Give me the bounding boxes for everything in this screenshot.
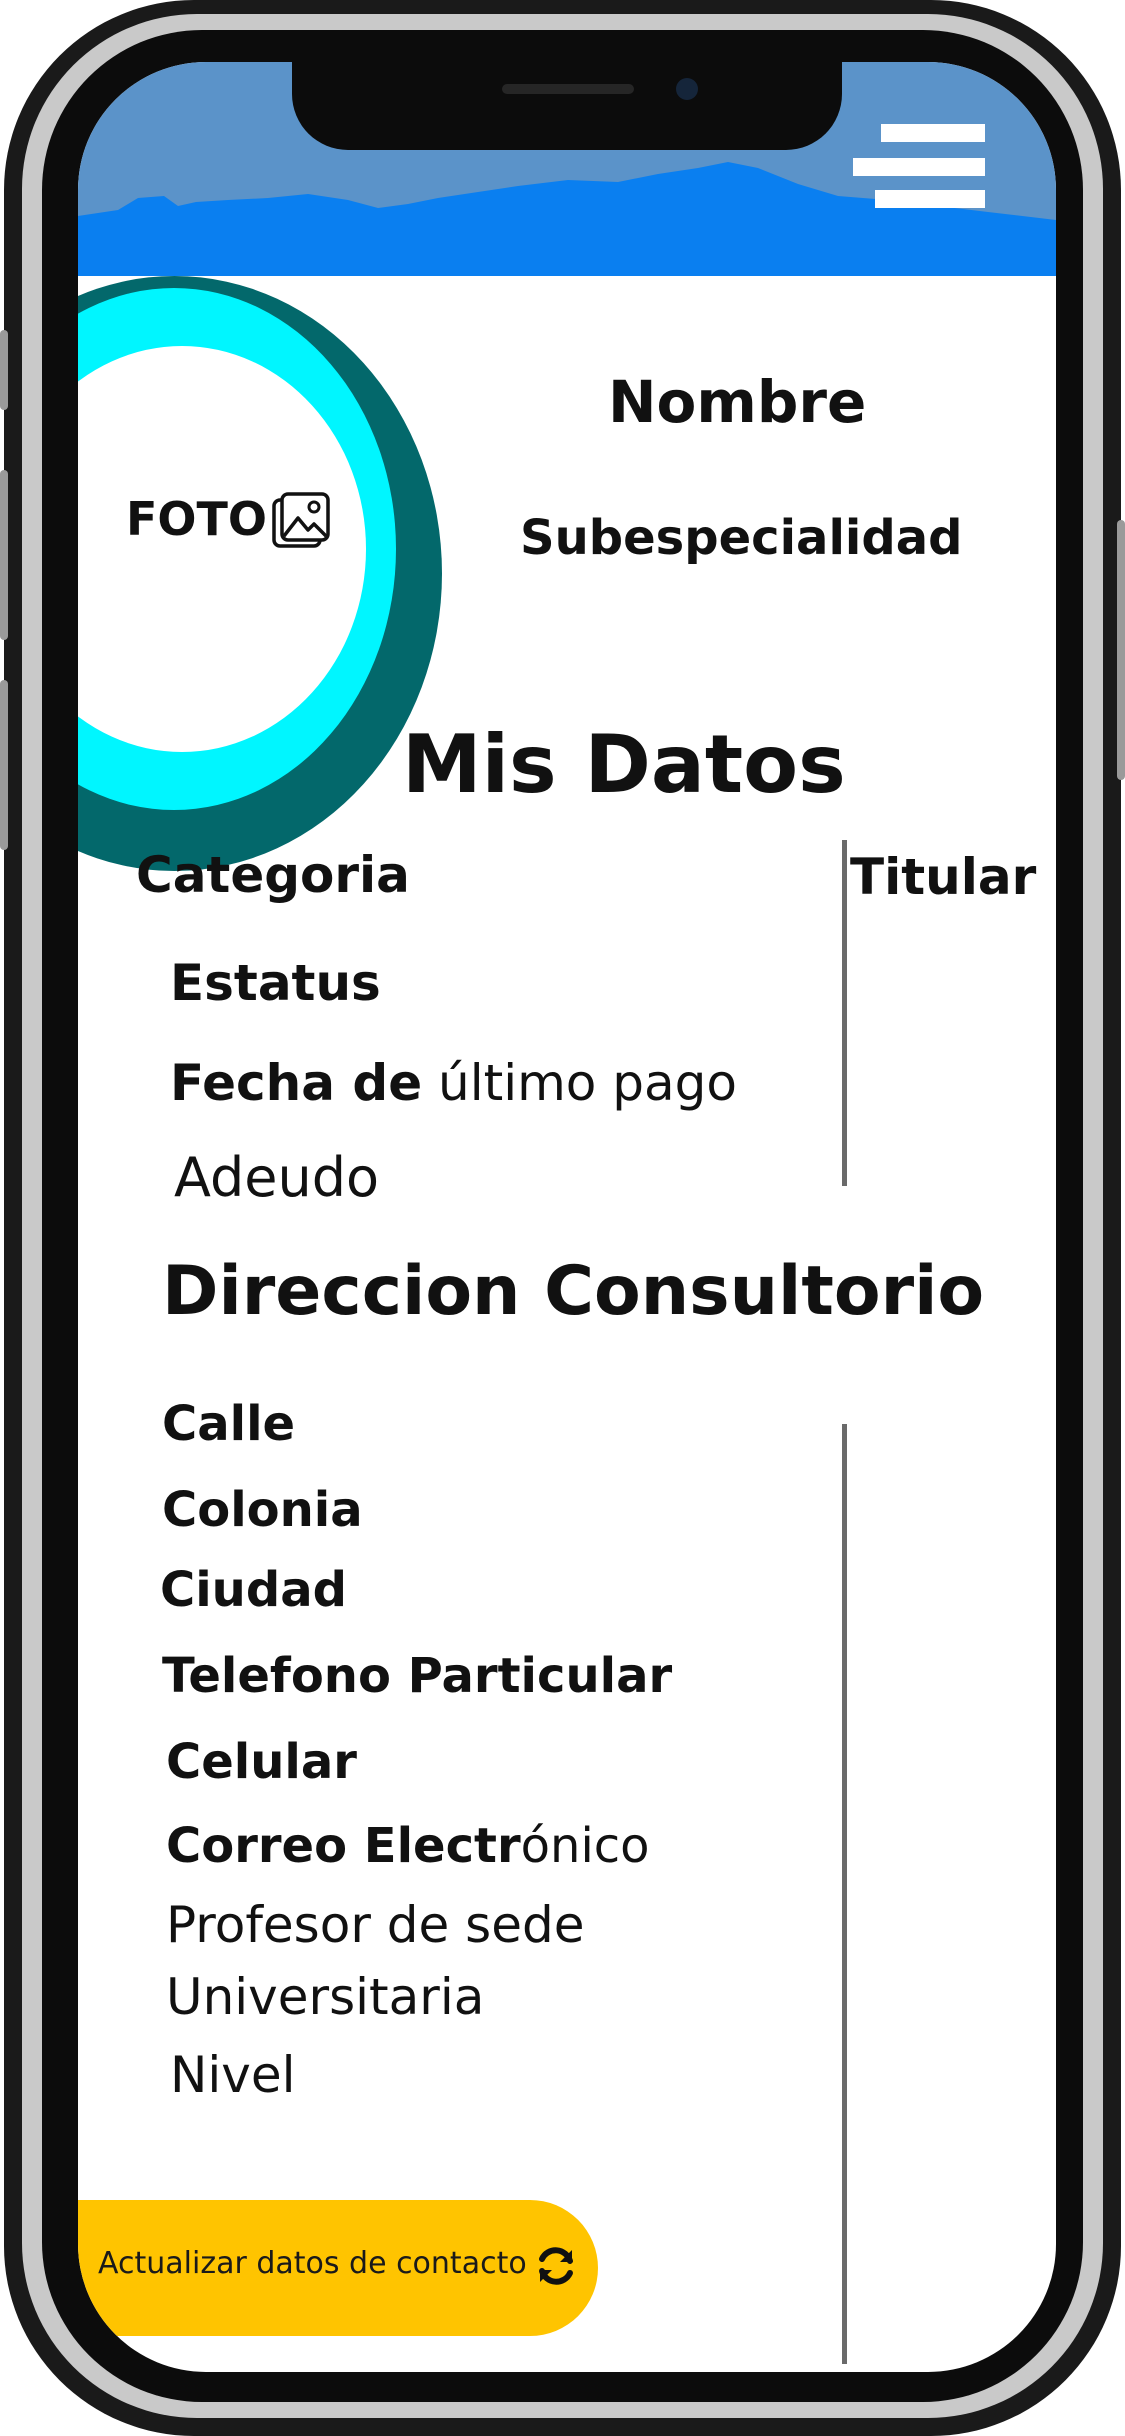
status-label: Estatus bbox=[170, 954, 381, 1012]
speaker-grille bbox=[502, 84, 634, 94]
category-label: Categoria bbox=[136, 846, 410, 904]
last-payment-label-rest: último pago bbox=[422, 1054, 737, 1112]
phone-notch bbox=[292, 62, 842, 150]
image-icon bbox=[272, 492, 330, 548]
office-address-heading: Direccion Consultorio bbox=[162, 1252, 985, 1331]
last-payment-label-bold: Fecha de bbox=[170, 1054, 423, 1112]
debt-label: Adeudo bbox=[174, 1146, 380, 1209]
email-label-bold: Correo Electr bbox=[166, 1818, 521, 1874]
hamburger-menu-icon[interactable] bbox=[853, 124, 985, 210]
level-label: Nivel bbox=[170, 2046, 296, 2104]
power-button bbox=[1117, 520, 1125, 780]
email-label: Correo Electrónico bbox=[166, 1818, 650, 1874]
volume-up-button bbox=[0, 470, 8, 640]
section-divider-top bbox=[842, 840, 847, 1186]
update-contact-button[interactable]: Actualizar datos de contacto bbox=[78, 2200, 598, 2336]
city-label: Ciudad bbox=[160, 1562, 347, 1618]
my-data-heading: Mis Datos bbox=[402, 718, 846, 811]
neighborhood-label: Colonia bbox=[162, 1482, 363, 1538]
menu-bar-middle bbox=[853, 158, 985, 176]
profile-subspecialty: Subespecialidad bbox=[520, 510, 963, 566]
refresh-icon bbox=[539, 2247, 573, 2285]
mute-switch bbox=[0, 330, 8, 410]
street-label: Calle bbox=[162, 1396, 296, 1452]
photo-label: FOTO bbox=[126, 492, 268, 546]
professor-label-line1: Profesor de sede bbox=[166, 1896, 585, 1954]
front-camera bbox=[676, 78, 698, 100]
email-label-rest: ónico bbox=[520, 1818, 650, 1874]
menu-bar-bottom bbox=[875, 190, 985, 208]
home-phone-label: Telefono Particular bbox=[162, 1648, 673, 1704]
profile-name: Nombre bbox=[608, 368, 867, 436]
app-screen: FOTO Nombre Subespecialidad Mis Datos Ca… bbox=[78, 62, 1056, 2372]
section-divider-bottom bbox=[842, 1424, 847, 2364]
volume-down-button bbox=[0, 680, 8, 850]
update-contact-label: Actualizar datos de contacto bbox=[98, 2246, 527, 2281]
menu-bar-top bbox=[881, 124, 985, 142]
mobile-label: Celular bbox=[166, 1734, 357, 1790]
professor-label-line2: Universitaria bbox=[166, 1968, 485, 2026]
holder-label: Titular bbox=[850, 848, 1037, 906]
last-payment-label: Fecha de último pago bbox=[170, 1054, 737, 1112]
